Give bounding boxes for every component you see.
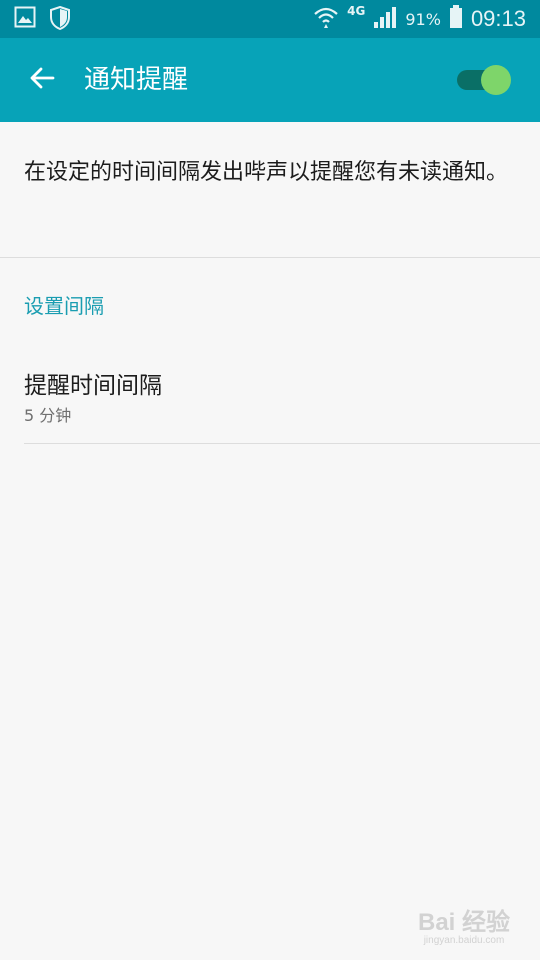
toggle-thumb xyxy=(481,65,511,95)
status-left xyxy=(14,5,70,34)
battery-percent: 91% xyxy=(405,9,441,29)
wifi-icon xyxy=(313,4,339,34)
divider xyxy=(24,443,540,444)
watermark-url: jingyan.baidu.com xyxy=(423,935,505,946)
back-button[interactable] xyxy=(24,62,60,98)
watermark: Bai 经验 jingyan.baidu.com xyxy=(418,902,510,946)
gallery-icon xyxy=(14,6,36,34)
app-bar: 通知提醒 xyxy=(0,38,540,122)
reminder-interval-value: 5 分钟 xyxy=(24,406,72,425)
signal-icon xyxy=(373,6,397,32)
battery-icon xyxy=(449,5,463,33)
reminder-interval-row[interactable]: 提醒时间间隔 5 分钟 xyxy=(0,352,540,442)
notification-toggle[interactable] xyxy=(455,65,511,95)
divider xyxy=(0,257,540,258)
reminder-interval-title: 提醒时间间隔 xyxy=(24,373,162,399)
section-header: 设置间隔 xyxy=(24,294,104,318)
arrow-left-icon xyxy=(28,64,56,96)
status-bar: 4G 91% 09:13 xyxy=(0,0,540,38)
clock: 09:13 xyxy=(470,6,526,31)
page-title: 通知提醒 xyxy=(84,65,189,95)
shield-icon xyxy=(50,5,70,34)
description-text: 在设定的时间间隔发出哔声以提醒您有未读通知。 xyxy=(24,160,509,185)
status-right: 4G 91% 09:13 xyxy=(313,0,526,38)
watermark-logo: Bai 经验 xyxy=(417,909,510,936)
network-type: 4G xyxy=(347,4,366,18)
